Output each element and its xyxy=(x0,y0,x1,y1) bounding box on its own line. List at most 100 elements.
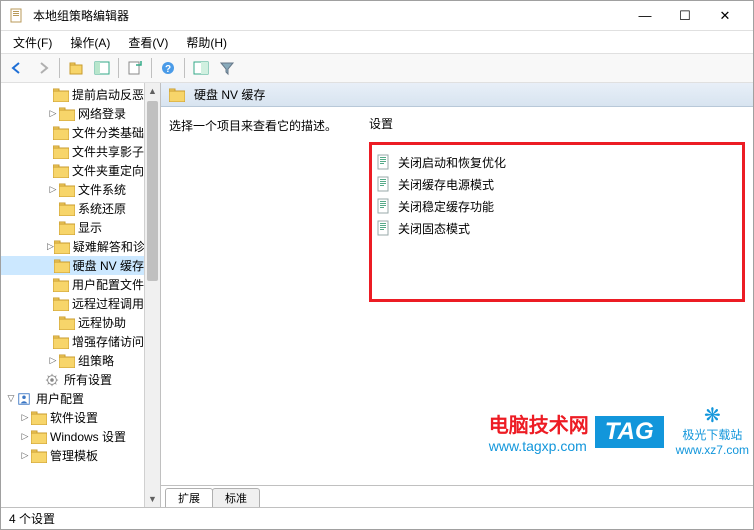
tree-item[interactable]: 远程协助 xyxy=(1,313,144,332)
window-title: 本地组策略编辑器 xyxy=(33,7,625,24)
svg-text:?: ? xyxy=(165,64,171,75)
folder-icon xyxy=(54,240,70,254)
settings-header[interactable]: 设置 xyxy=(369,113,745,136)
tree-item[interactable]: ▷网络登录 xyxy=(1,104,144,123)
folder-icon xyxy=(59,221,75,235)
vertical-scrollbar[interactable]: ▲ ▼ xyxy=(144,83,160,507)
setting-item[interactable]: 关闭缓存电源模式 xyxy=(376,173,738,195)
tree-label: 远程协助 xyxy=(78,314,126,331)
tab-extended[interactable]: 扩展 xyxy=(165,488,213,508)
folder-icon xyxy=(53,297,69,311)
tree-label: 文件系统 xyxy=(78,181,126,198)
minimize-button[interactable]: — xyxy=(625,2,665,30)
folder-icon xyxy=(53,88,69,102)
menubar: 文件(F) 操作(A) 查看(V) 帮助(H) xyxy=(1,31,753,53)
right-header: 硬盘 NV 缓存 xyxy=(161,83,753,107)
highlight-box: 关闭启动和恢复优化关闭缓存电源模式关闭稳定缓存功能关闭固态模式 xyxy=(369,142,745,302)
tree-item[interactable]: ▷管理模板 xyxy=(1,446,144,465)
close-button[interactable]: ✕ xyxy=(705,2,745,30)
tree-label: Windows 设置 xyxy=(50,428,126,445)
toolbar-sep xyxy=(59,58,60,78)
app-window: 本地组策略编辑器 — ☐ ✕ 文件(F) 操作(A) 查看(V) 帮助(H) ?… xyxy=(0,0,754,530)
expander-icon[interactable]: ▷ xyxy=(19,412,31,423)
back-button[interactable] xyxy=(5,56,29,80)
folder-icon xyxy=(59,354,75,368)
expander-icon[interactable]: ▷ xyxy=(47,355,59,366)
menu-help[interactable]: 帮助(H) xyxy=(178,32,235,53)
expander-icon[interactable]: ▷ xyxy=(19,450,31,461)
tree-label: 所有设置 xyxy=(64,371,112,388)
policy-icon xyxy=(376,220,392,236)
folder-icon xyxy=(59,316,75,330)
tree-item[interactable]: ▷ Windows 设置 xyxy=(1,427,144,446)
tree-label: 提前启动反恶 xyxy=(72,86,144,103)
setting-item[interactable]: 关闭启动和恢复优化 xyxy=(376,151,738,173)
tree-item[interactable]: 硬盘 NV 缓存 xyxy=(1,256,144,275)
folder-icon xyxy=(59,107,75,121)
tree-item[interactable]: ▷组策略 xyxy=(1,351,144,370)
setting-label: 关闭固态模式 xyxy=(398,220,470,237)
expander-icon[interactable]: ▽ xyxy=(5,393,17,404)
folder-icon xyxy=(53,164,69,178)
menu-action[interactable]: 操作(A) xyxy=(62,32,118,53)
expander-icon[interactable]: ▷ xyxy=(47,241,54,252)
scroll-thumb[interactable] xyxy=(147,101,158,281)
scroll-up-arrow[interactable]: ▲ xyxy=(145,83,160,99)
tree-item[interactable]: ▷ 软件设置 xyxy=(1,408,144,427)
tree-item[interactable]: ▽用户配置 xyxy=(1,389,144,408)
tree-pane: 提前启动反恶▷网络登录文件分类基础文件共享影子文件夹重定向 ▷ 文件系统系统还原显示… xyxy=(1,83,161,507)
tree-item[interactable]: 显示 xyxy=(1,218,144,237)
expander-icon[interactable]: ▷ xyxy=(47,184,59,195)
scroll-down-arrow[interactable]: ▼ xyxy=(145,491,160,507)
policy-icon xyxy=(376,176,392,192)
policy-icon xyxy=(376,198,392,214)
menu-view[interactable]: 查看(V) xyxy=(120,32,176,53)
setting-label: 关闭缓存电源模式 xyxy=(398,176,494,193)
tree-label: 用户配置文件 xyxy=(72,276,144,293)
export-button[interactable] xyxy=(123,56,147,80)
tabs: 扩展 标准 xyxy=(161,485,753,507)
filter-button[interactable] xyxy=(215,56,239,80)
right-header-title: 硬盘 NV 缓存 xyxy=(194,86,265,103)
show-hide-tree-button[interactable] xyxy=(90,56,114,80)
description-prompt: 选择一个项目来查看它的描述。 xyxy=(169,117,353,134)
setting-label: 关闭稳定缓存功能 xyxy=(398,198,494,215)
settings-column: 设置 关闭启动和恢复优化关闭缓存电源模式关闭稳定缓存功能关闭固态模式 xyxy=(361,107,753,485)
folder-icon xyxy=(31,430,47,444)
menu-file[interactable]: 文件(F) xyxy=(5,32,60,53)
tree-item[interactable]: 文件夹重定向 xyxy=(1,161,144,180)
tree-item[interactable]: 增强存储访问 xyxy=(1,332,144,351)
toolbar-sep-4 xyxy=(184,58,185,78)
tree-item[interactable]: 系统还原 xyxy=(1,199,144,218)
expander-icon[interactable]: ▷ xyxy=(19,431,31,442)
body: 提前启动反恶▷网络登录文件分类基础文件共享影子文件夹重定向 ▷ 文件系统系统还原显示… xyxy=(1,83,753,507)
tab-standard[interactable]: 标准 xyxy=(212,488,260,508)
up-button[interactable] xyxy=(64,56,88,80)
maximize-button[interactable]: ☐ xyxy=(665,2,705,30)
detail-pane-button[interactable] xyxy=(189,56,213,80)
tree-label: 增强存储访问 xyxy=(72,333,144,350)
folder-icon xyxy=(59,183,75,197)
tree-item[interactable]: 用户配置文件 xyxy=(1,275,144,294)
tree[interactable]: 提前启动反恶▷网络登录文件分类基础文件共享影子文件夹重定向 ▷ 文件系统系统还原显示… xyxy=(1,83,144,467)
folder-icon xyxy=(53,145,69,159)
folder-icon xyxy=(54,259,70,273)
tree-label: 文件夹重定向 xyxy=(72,162,144,179)
tree-item[interactable]: 文件分类基础 xyxy=(1,123,144,142)
tree-item[interactable]: ▷ 文件系统 xyxy=(1,180,144,199)
window-buttons: — ☐ ✕ xyxy=(625,2,745,30)
tree-item[interactable]: ▷疑难解答和诊 xyxy=(1,237,144,256)
folder-icon xyxy=(31,449,47,463)
forward-button[interactable] xyxy=(31,56,55,80)
expander-icon[interactable]: ▷ xyxy=(47,108,59,119)
setting-item[interactable]: 关闭固态模式 xyxy=(376,217,738,239)
status-text: 4 个设置 xyxy=(9,510,55,527)
tree-item[interactable]: 所有设置 xyxy=(1,370,144,389)
tree-item[interactable]: 提前启动反恶 xyxy=(1,85,144,104)
tree-item[interactable]: 文件共享影子 xyxy=(1,142,144,161)
tree-label: 软件设置 xyxy=(50,409,98,426)
gear-icon xyxy=(45,373,61,387)
help-button[interactable]: ? xyxy=(156,56,180,80)
setting-item[interactable]: 关闭稳定缓存功能 xyxy=(376,195,738,217)
tree-item[interactable]: 远程过程调用 xyxy=(1,294,144,313)
